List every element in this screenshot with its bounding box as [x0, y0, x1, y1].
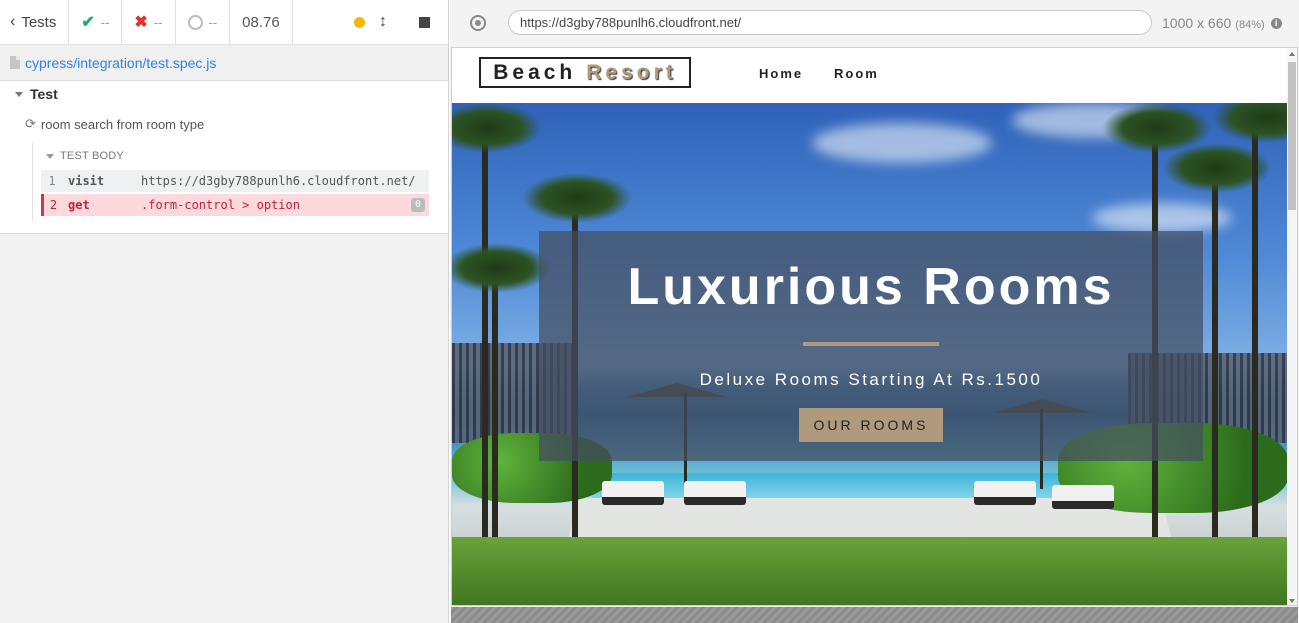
lounger-shape [602, 481, 664, 505]
lawn-shape [452, 537, 1288, 605]
lounger-shape [684, 481, 746, 505]
failed-count[interactable]: ✖ -- [122, 0, 176, 44]
tests-button[interactable]: ‹ Tests [0, 0, 70, 44]
palm-trunk [1212, 163, 1218, 537]
test-title: room search from room type [40, 116, 205, 132]
command-name: visit [68, 174, 105, 188]
run-controls: ↕ [293, 0, 448, 44]
palm-fronds [452, 103, 542, 153]
scroll-up-icon[interactable] [1289, 52, 1295, 56]
test-body-label: TEST BODY [60, 150, 124, 162]
command-row[interactable]: 1 visit https://d3gby788punlh6.cloudfron… [41, 170, 429, 192]
viewport-scale: (84%) [1235, 18, 1265, 31]
pending-count[interactable]: -- [176, 0, 231, 44]
caret-down-icon [46, 153, 54, 159]
palm-trunk [1252, 103, 1258, 537]
auto-scroll-icon[interactable]: ↕ [379, 13, 387, 31]
palm-trunk [492, 253, 498, 537]
stop-icon[interactable] [419, 16, 430, 28]
lounger-shape [974, 481, 1036, 505]
logo-word-resort: Resort [586, 60, 677, 84]
logo-word-beach: Beach [493, 60, 577, 84]
palm-trunk [482, 123, 488, 537]
passed-count[interactable]: ✔ -- [69, 0, 123, 44]
file-icon [10, 56, 20, 69]
command-log-panel: ‹ Tests ✔ -- ✖ -- -- 08.76 ↕ cypress/int… [0, 0, 449, 623]
command-name: get [68, 198, 90, 212]
command-message: https://d3gby788punlh6.cloudfront.net/ [141, 174, 416, 188]
chevron-left-icon: ‹ [10, 13, 16, 30]
caret-down-icon [15, 91, 23, 97]
pending-value: -- [208, 14, 218, 30]
cloud-shape [1092, 203, 1232, 233]
url-bar[interactable]: https://d3gby788punlh6.cloudfront.net/ [508, 10, 1152, 35]
x-icon: ✖ [134, 14, 148, 31]
command-number: 2 [49, 198, 58, 212]
run-duration: 08.76 [230, 0, 293, 44]
element-count-badge: 0 [410, 198, 425, 212]
lounger-shape [1052, 485, 1114, 509]
site-logo[interactable]: Beach Resort [479, 57, 691, 88]
scroll-down-icon[interactable] [1289, 599, 1295, 603]
hero-banner: Luxurious Rooms Deluxe Rooms Starting At… [539, 231, 1203, 461]
our-rooms-button[interactable]: OUR ROOMS [798, 408, 944, 442]
passed-value: -- [100, 14, 110, 30]
info-icon[interactable]: i [1270, 18, 1282, 30]
tests-label: Tests [21, 13, 57, 31]
scrollbar[interactable] [1287, 48, 1297, 605]
aut-bottom-edge [451, 607, 1298, 623]
scrollbar-thumb[interactable] [1288, 62, 1296, 210]
refresh-icon: ⟳ [25, 116, 36, 131]
aut-iframe: Beach Resort Home Room Luxurious Rooms D… [451, 47, 1298, 606]
hero-title: Luxurious Rooms [627, 258, 1115, 316]
command-row-failed[interactable]: 2 get .form-control > option 0 [41, 194, 429, 216]
running-indicator-dot [354, 16, 365, 28]
cloud-shape [812, 123, 992, 163]
suite-title: Test [30, 86, 58, 102]
viewport-info[interactable]: 1000 x 660 (84%) i [1162, 15, 1282, 31]
test-body-section: TEST BODY [32, 143, 124, 162]
nav-link-home[interactable]: Home [759, 66, 803, 81]
command-message: .form-control > option [141, 198, 300, 212]
site-navbar: Beach Resort Home Room [452, 48, 1297, 103]
circle-outline-icon [187, 14, 203, 30]
suite-item[interactable]: Test [15, 86, 58, 102]
spec-path-link[interactable]: cypress/integration/test.spec.js [25, 55, 216, 71]
palm-fronds [522, 173, 632, 223]
palm-fronds [1212, 103, 1288, 143]
command-number: 1 [48, 174, 56, 188]
test-body-header[interactable]: TEST BODY [46, 150, 124, 162]
hero-subtitle: Deluxe Rooms Starting At Rs.1500 [699, 370, 1043, 389]
failed-value: -- [153, 14, 163, 30]
check-icon: ✔ [81, 14, 95, 31]
spec-path-bar: cypress/integration/test.spec.js [0, 45, 448, 81]
aut-header: https://d3gby788punlh6.cloudfront.net/ 1… [450, 0, 1299, 45]
test-item[interactable]: ⟳ room search from room type [25, 116, 204, 132]
palm-fronds [452, 243, 552, 293]
nav-link-room[interactable]: Room [834, 66, 879, 81]
reporter-header: ‹ Tests ✔ -- ✖ -- -- 08.76 ↕ [0, 0, 448, 45]
selector-playground-icon[interactable] [470, 14, 486, 31]
viewport-size: 1000 x 660 [1162, 14, 1232, 31]
app-under-test-panel: https://d3gby788punlh6.cloudfront.net/ 1… [450, 0, 1299, 623]
hero-section: Luxurious Rooms Deluxe Rooms Starting At… [452, 103, 1288, 605]
hero-divider [803, 342, 939, 346]
